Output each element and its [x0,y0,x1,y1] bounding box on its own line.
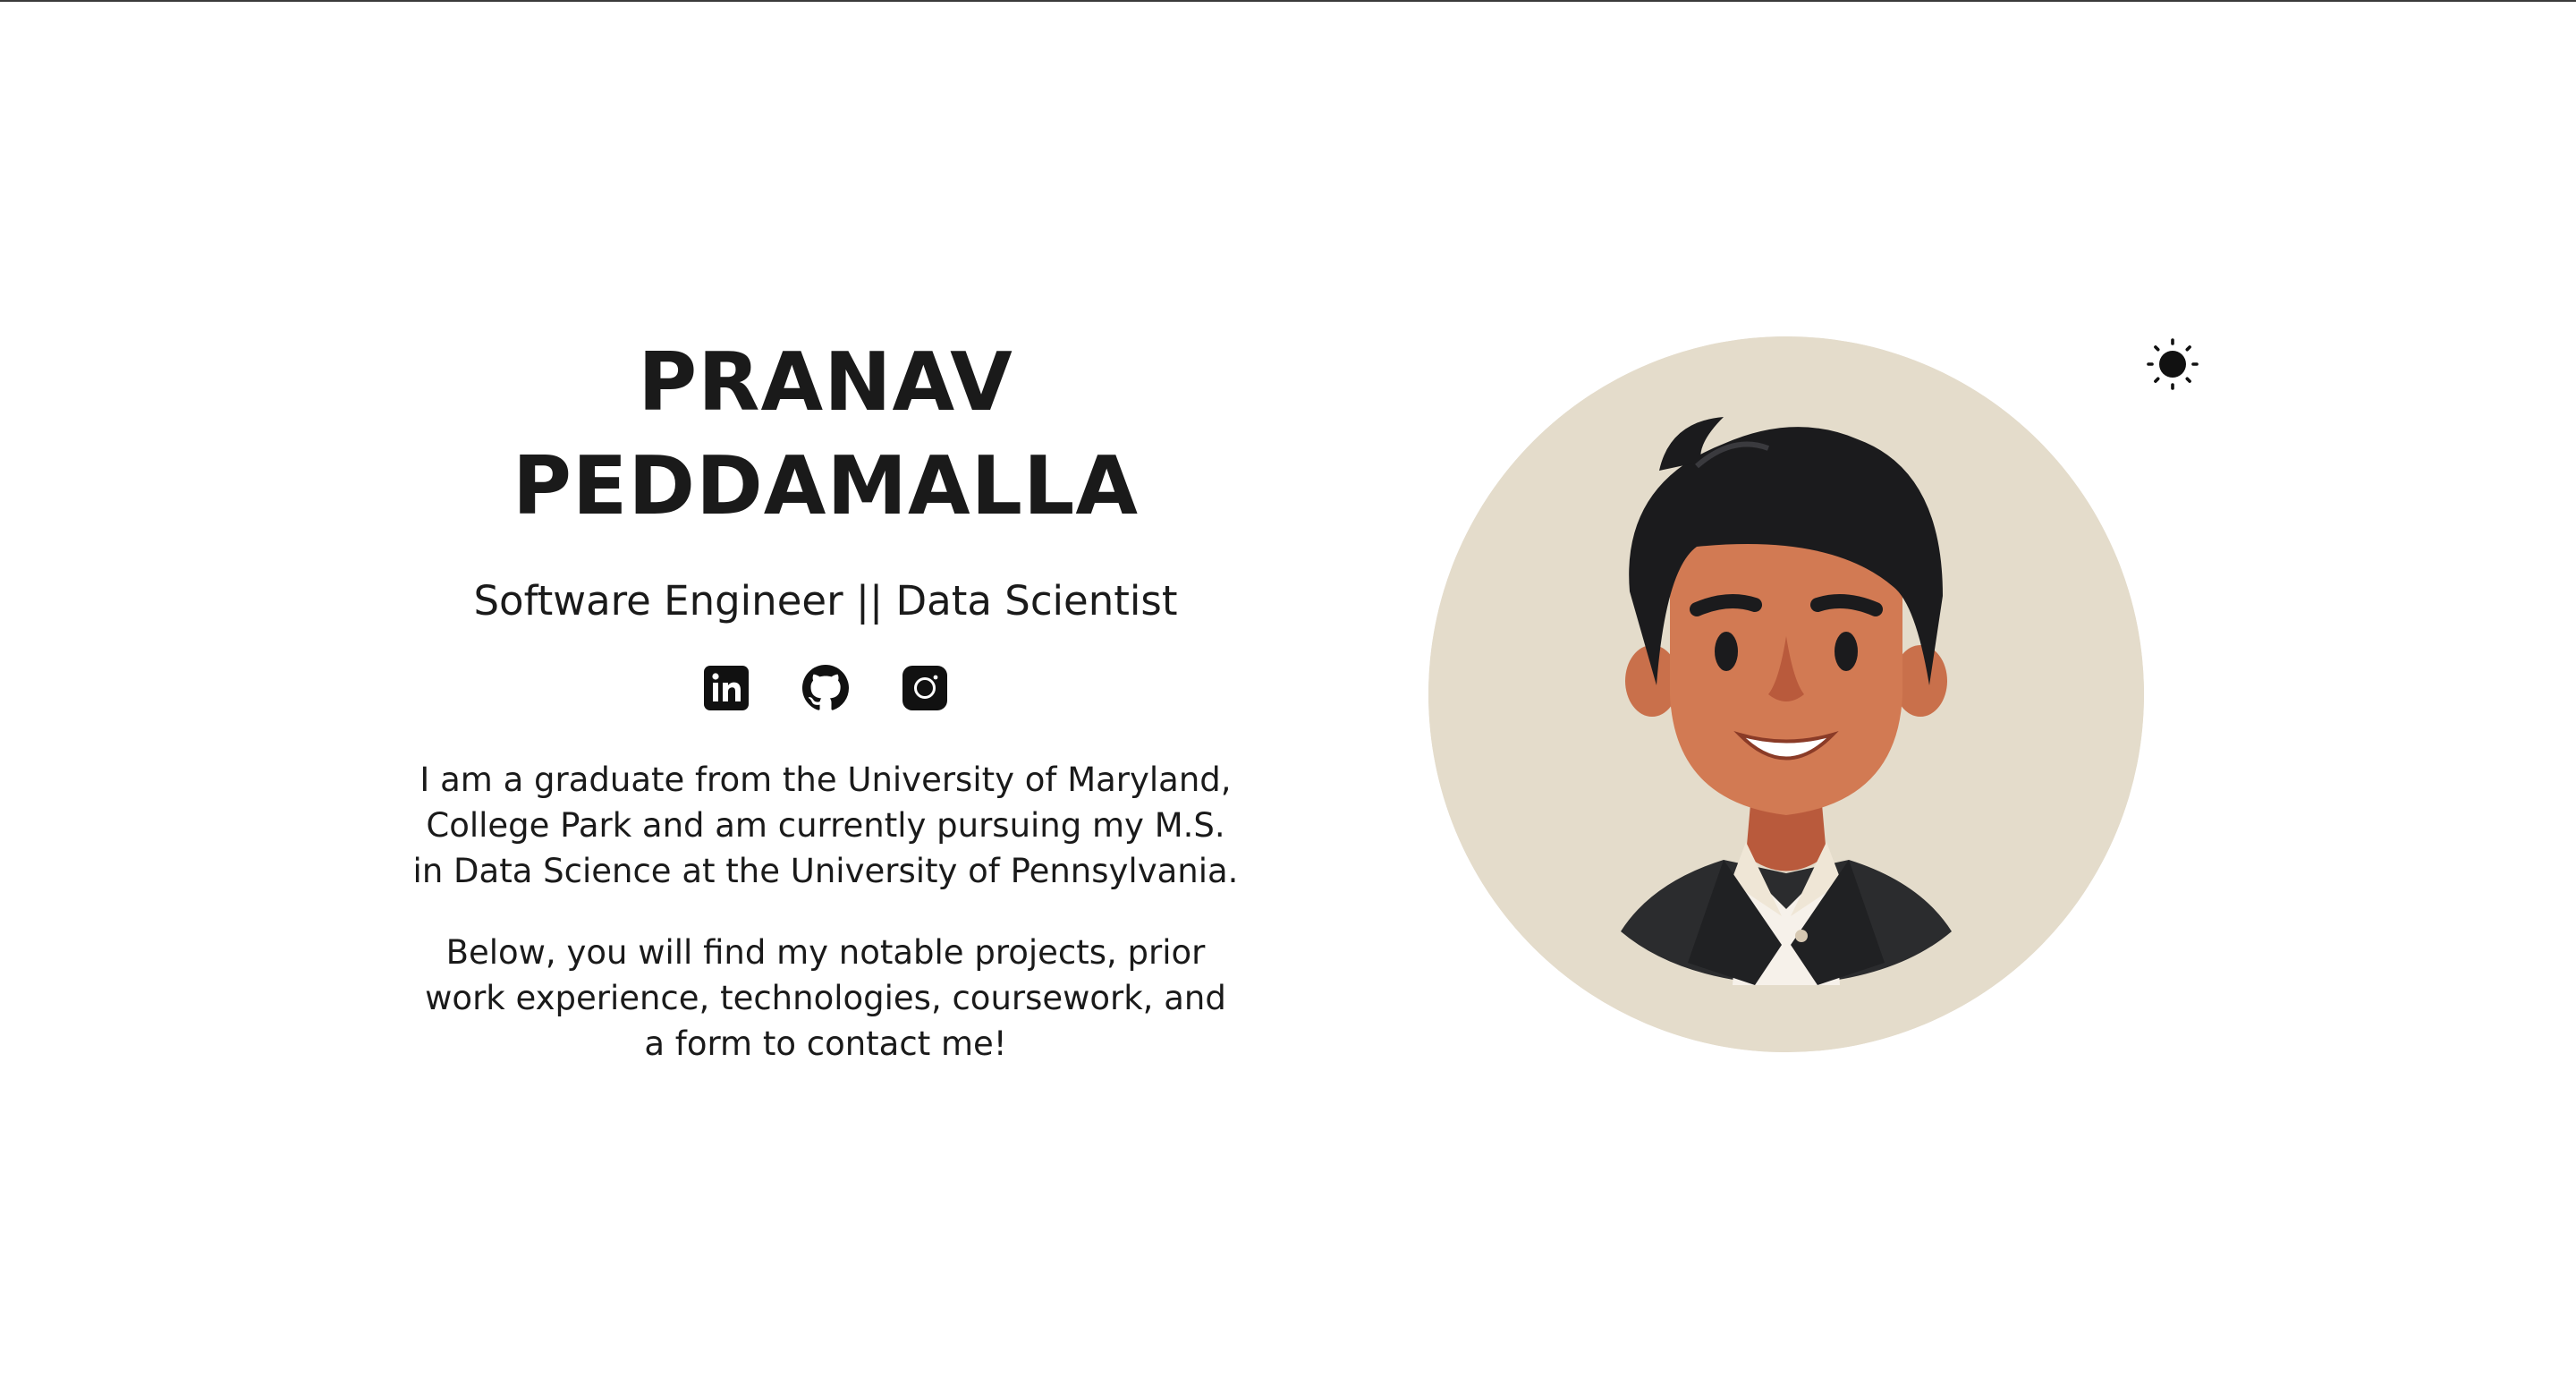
bio-paragraph-education: I am a graduate from the University of M… [412,761,1239,890]
sun-icon [2147,338,2199,390]
hero-section: PRANAV PEDDAMALLA Software Engineer || D… [411,331,1240,1067]
social-links [411,664,1240,712]
name-line-last: PEDDAMALLA [512,439,1140,533]
instagram-icon [902,666,947,710]
avatar-illustration [1428,336,2144,1052]
github-link[interactable] [801,664,850,712]
bio-paragraph-overview: Below, you will find my notable projects… [425,933,1226,1063]
subtitle: Software Engineer || Data Scientist [473,577,1178,625]
theme-toggle-button[interactable] [2145,336,2200,392]
top-border [0,0,2576,2]
avatar [1428,336,2144,1052]
instagram-link[interactable] [901,664,949,712]
page-title: PRANAV PEDDAMALLA [411,331,1240,539]
name-line-first: PRANAV [638,336,1013,429]
linkedin-link[interactable] [702,664,750,712]
github-icon [802,665,849,710]
linkedin-icon [704,666,749,710]
